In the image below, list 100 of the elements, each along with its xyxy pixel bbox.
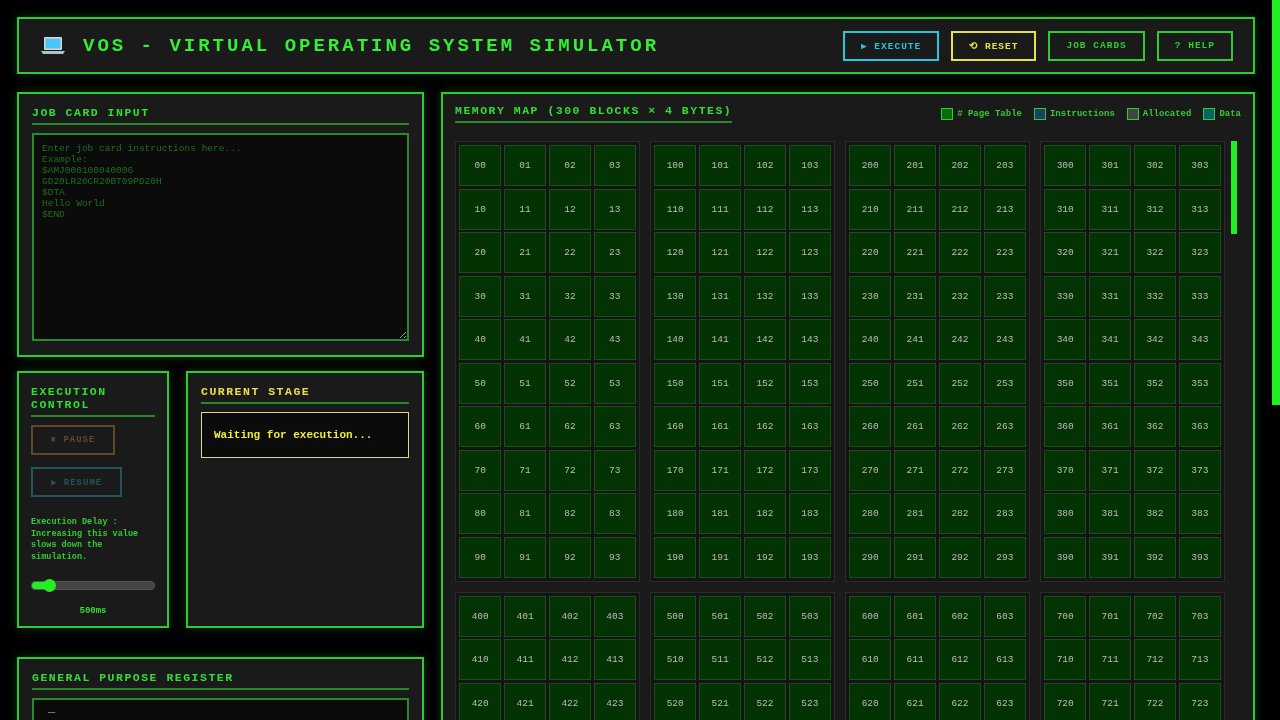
memory-cell[interactable]: 241	[893, 319, 937, 360]
memory-cell[interactable]: 401	[503, 595, 547, 637]
memory-cell[interactable]: 191	[698, 536, 742, 578]
memory-cell[interactable]: 143	[788, 319, 831, 360]
memory-cell[interactable]: 70	[459, 449, 502, 491]
memory-cell[interactable]: 222	[938, 232, 982, 273]
memory-cell[interactable]: 381	[1088, 493, 1132, 534]
memory-cell[interactable]: 723	[1178, 682, 1221, 720]
memory-cell[interactable]: 363	[1178, 406, 1221, 447]
memory-cell[interactable]: 43	[593, 319, 636, 360]
memory-cell[interactable]: 503	[788, 595, 831, 637]
memory-cell[interactable]: 523	[788, 682, 831, 720]
memory-cell[interactable]: 282	[938, 493, 982, 534]
memory-cell[interactable]: 63	[593, 406, 636, 447]
memory-cell[interactable]: 612	[938, 639, 982, 680]
memory-cell[interactable]: 180	[654, 493, 697, 534]
memory-cell[interactable]: 231	[893, 275, 937, 317]
memory-cell[interactable]: 93	[593, 536, 636, 578]
memory-cell[interactable]: 261	[893, 406, 937, 447]
memory-cell[interactable]: 613	[983, 639, 1026, 680]
memory-cell[interactable]: 390	[1044, 536, 1087, 578]
memory-cell[interactable]: 103	[788, 145, 831, 186]
memory-cell[interactable]: 113	[788, 188, 831, 230]
memory-cell[interactable]: 250	[849, 362, 892, 404]
memory-cell[interactable]: 332	[1133, 275, 1177, 317]
memory-cell[interactable]: 711	[1088, 639, 1132, 680]
header-button[interactable]: JOB CARDS	[1048, 30, 1145, 61]
memory-cell[interactable]: 183	[788, 493, 831, 534]
memory-cell[interactable]: 342	[1133, 319, 1177, 360]
memory-cell[interactable]: 603	[983, 595, 1026, 637]
memory-cell[interactable]: 370	[1044, 449, 1087, 491]
memory-cell[interactable]: 41	[503, 319, 547, 360]
memory-cell[interactable]: 511	[698, 639, 742, 680]
memory-cell[interactable]: 293	[983, 536, 1026, 578]
memory-cell[interactable]: 102	[743, 145, 787, 186]
memory-cell[interactable]: 361	[1088, 406, 1132, 447]
memory-cell[interactable]: 252	[938, 362, 982, 404]
memory-cell[interactable]: 311	[1088, 188, 1132, 230]
memory-scrollbar[interactable]	[1231, 141, 1237, 234]
memory-cell[interactable]: 502	[743, 595, 787, 637]
memory-cell[interactable]: 291	[893, 536, 937, 578]
memory-cell[interactable]: 273	[983, 449, 1026, 491]
memory-cell[interactable]: 200	[849, 145, 892, 186]
memory-cell[interactable]: 120	[654, 232, 697, 273]
memory-cell[interactable]: 141	[698, 319, 742, 360]
memory-cell[interactable]: 80	[459, 493, 502, 534]
memory-cell[interactable]: 31	[503, 275, 547, 317]
memory-cell[interactable]: 190	[654, 536, 697, 578]
memory-cell[interactable]: 172	[743, 449, 787, 491]
memory-cell[interactable]: 330	[1044, 275, 1087, 317]
memory-cell[interactable]: 423	[593, 682, 636, 720]
memory-cell[interactable]: 202	[938, 145, 982, 186]
memory-cell[interactable]: 343	[1178, 319, 1221, 360]
memory-cell[interactable]: 260	[849, 406, 892, 447]
memory-cell[interactable]: 81	[503, 493, 547, 534]
memory-cell[interactable]: 61	[503, 406, 547, 447]
memory-cell[interactable]: 02	[548, 145, 592, 186]
memory-cell[interactable]: 91	[503, 536, 547, 578]
memory-cell[interactable]: 421	[503, 682, 547, 720]
memory-cell[interactable]: 310	[1044, 188, 1087, 230]
memory-cell[interactable]: 322	[1133, 232, 1177, 273]
memory-cell[interactable]: 722	[1133, 682, 1177, 720]
memory-cell[interactable]: 142	[743, 319, 787, 360]
memory-cell[interactable]: 271	[893, 449, 937, 491]
memory-cell[interactable]: 152	[743, 362, 787, 404]
memory-cell[interactable]: 181	[698, 493, 742, 534]
memory-cell[interactable]: 411	[503, 639, 547, 680]
memory-cell[interactable]: 371	[1088, 449, 1132, 491]
memory-cell[interactable]: 82	[548, 493, 592, 534]
memory-cell[interactable]: 610	[849, 639, 892, 680]
memory-cell[interactable]: 133	[788, 275, 831, 317]
memory-cell[interactable]: 392	[1133, 536, 1177, 578]
memory-cell[interactable]: 720	[1044, 682, 1087, 720]
memory-cell[interactable]: 353	[1178, 362, 1221, 404]
memory-cell[interactable]: 121	[698, 232, 742, 273]
memory-cell[interactable]: 312	[1133, 188, 1177, 230]
memory-cell[interactable]: 513	[788, 639, 831, 680]
memory-cell[interactable]: 00	[459, 145, 502, 186]
memory-cell[interactable]: 101	[698, 145, 742, 186]
memory-cell[interactable]: 223	[983, 232, 1026, 273]
header-button[interactable]: ⟲ RESET	[951, 30, 1037, 61]
header-button[interactable]: ? HELP	[1156, 30, 1233, 61]
memory-cell[interactable]: 303	[1178, 145, 1221, 186]
memory-cell[interactable]: 73	[593, 449, 636, 491]
memory-cell[interactable]: 301	[1088, 145, 1132, 186]
memory-cell[interactable]: 620	[849, 682, 892, 720]
memory-cell[interactable]: 362	[1133, 406, 1177, 447]
memory-cell[interactable]: 122	[743, 232, 787, 273]
memory-cell[interactable]: 420	[459, 682, 502, 720]
memory-cell[interactable]: 351	[1088, 362, 1132, 404]
memory-cell[interactable]: 412	[548, 639, 592, 680]
memory-cell[interactable]: 213	[983, 188, 1026, 230]
memory-cell[interactable]: 501	[698, 595, 742, 637]
memory-cell[interactable]: 111	[698, 188, 742, 230]
memory-cell[interactable]: 160	[654, 406, 697, 447]
memory-cell[interactable]: 100	[654, 145, 697, 186]
memory-cell[interactable]: 243	[983, 319, 1026, 360]
memory-cell[interactable]: 110	[654, 188, 697, 230]
memory-cell[interactable]: 123	[788, 232, 831, 273]
memory-cell[interactable]: 281	[893, 493, 937, 534]
